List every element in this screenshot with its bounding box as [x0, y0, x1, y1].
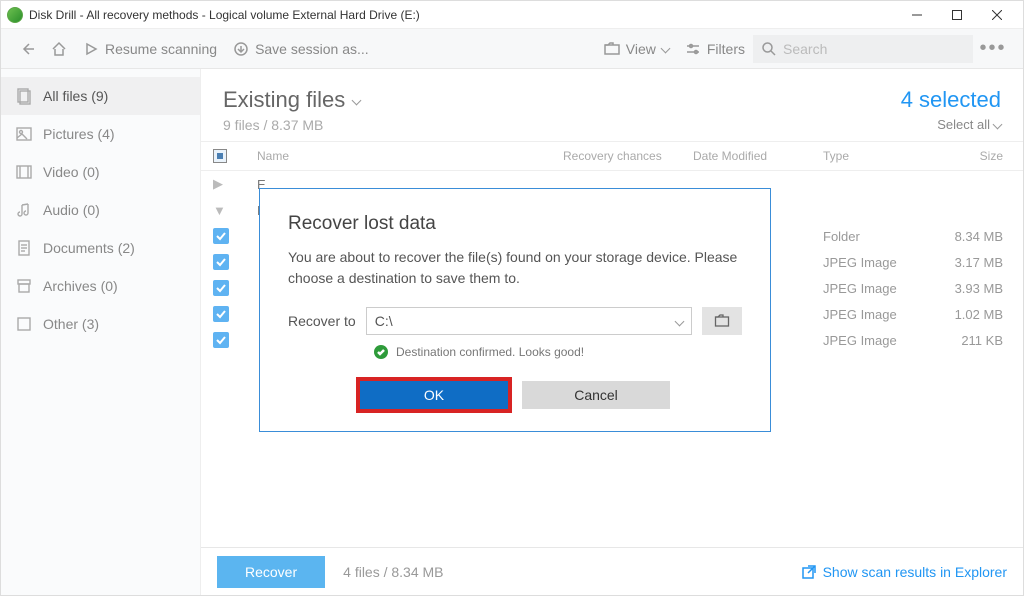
archive-icon: [15, 277, 33, 295]
home-icon: [51, 41, 67, 57]
sidebar-item-documents[interactable]: Documents (2): [1, 229, 200, 267]
cancel-button[interactable]: Cancel: [522, 381, 670, 409]
select-all-link[interactable]: Select all: [901, 117, 1001, 132]
titlebar: Disk Drill - All recovery methods - Logi…: [1, 1, 1023, 29]
destination-dropdown[interactable]: C:\: [366, 307, 692, 335]
chevron-down-icon: [352, 95, 362, 105]
recover-dialog: Recover lost data You are about to recov…: [259, 188, 771, 432]
row-checkbox[interactable]: [213, 306, 229, 322]
row-checkbox[interactable]: [213, 280, 229, 296]
document-icon: [15, 239, 33, 257]
download-icon: [233, 41, 249, 57]
folder-icon: [714, 313, 730, 329]
recover-button[interactable]: Recover: [217, 556, 325, 588]
sidebar-item-other[interactable]: Other (3): [1, 305, 200, 343]
dialog-body: You are about to recover the file(s) fou…: [288, 247, 742, 289]
other-icon: [15, 315, 33, 333]
footer-stats: 4 files / 8.34 MB: [343, 564, 443, 580]
column-recovery[interactable]: Recovery chances: [563, 149, 693, 163]
video-icon: [15, 163, 33, 181]
sliders-icon: [685, 41, 701, 57]
ok-button[interactable]: OK: [360, 381, 508, 409]
search-input[interactable]: Search: [753, 35, 973, 63]
back-button[interactable]: [11, 29, 43, 68]
column-name[interactable]: Name: [237, 149, 563, 163]
resume-scanning-button[interactable]: Resume scanning: [75, 29, 225, 68]
more-menu[interactable]: •••: [973, 37, 1013, 60]
collapse-icon[interactable]: ▼: [213, 203, 237, 218]
footer: Recover 4 files / 8.34 MB Show scan resu…: [201, 547, 1023, 595]
window-close-button[interactable]: [977, 3, 1017, 27]
table-header: Name Recovery chances Date Modified Type…: [201, 141, 1023, 171]
window-title: Disk Drill - All recovery methods - Logi…: [29, 8, 420, 22]
row-checkbox[interactable]: [213, 332, 229, 348]
audio-icon: [15, 201, 33, 219]
folder-icon: [604, 41, 620, 57]
window-maximize-button[interactable]: [937, 3, 977, 27]
picture-icon: [15, 125, 33, 143]
minimize-icon: [912, 10, 922, 20]
view-dropdown[interactable]: View: [596, 29, 677, 68]
play-icon: [83, 41, 99, 57]
check-circle-icon: [374, 345, 388, 359]
show-in-explorer-link[interactable]: Show scan results in Explorer: [801, 564, 1007, 580]
column-type[interactable]: Type: [823, 149, 933, 163]
chevron-down-icon: [660, 44, 670, 54]
close-icon: [992, 10, 1002, 20]
sidebar-item-audio[interactable]: Audio (0): [1, 191, 200, 229]
window-minimize-button[interactable]: [897, 3, 937, 27]
more-icon: •••: [979, 37, 1006, 60]
sidebar-item-all-files[interactable]: All files (9): [1, 77, 200, 115]
column-size[interactable]: Size: [933, 149, 1023, 163]
files-icon: [15, 87, 33, 105]
row-checkbox[interactable]: [213, 254, 229, 270]
filters-button[interactable]: Filters: [677, 29, 753, 68]
selected-count: 4 selected: [901, 87, 1001, 113]
select-all-checkbox[interactable]: [213, 149, 227, 163]
row-checkbox[interactable]: [213, 228, 229, 244]
dialog-title: Recover lost data: [288, 213, 742, 235]
home-button[interactable]: [43, 29, 75, 68]
maximize-icon: [952, 10, 962, 20]
content-subtitle: 9 files / 8.37 MB: [223, 117, 360, 133]
sidebar: All files (9) Pictures (4) Video (0) Aud…: [1, 69, 201, 595]
column-date[interactable]: Date Modified: [693, 149, 823, 163]
search-icon: [761, 41, 777, 57]
recover-to-label: Recover to: [288, 313, 356, 329]
browse-folder-button[interactable]: [702, 307, 742, 335]
expand-icon[interactable]: ▶: [213, 176, 237, 192]
chevron-down-icon: [993, 120, 1003, 130]
arrow-left-icon: [19, 41, 35, 57]
content-title[interactable]: Existing files: [223, 87, 360, 113]
chevron-down-icon: [675, 316, 685, 326]
external-link-icon: [801, 564, 817, 580]
app-icon: [7, 7, 23, 23]
toolbar: Resume scanning Save session as... View …: [1, 29, 1023, 69]
sidebar-item-video[interactable]: Video (0): [1, 153, 200, 191]
save-session-button[interactable]: Save session as...: [225, 29, 377, 68]
sidebar-item-archives[interactable]: Archives (0): [1, 267, 200, 305]
sidebar-item-pictures[interactable]: Pictures (4): [1, 115, 200, 153]
destination-status: Destination confirmed. Looks good!: [374, 345, 742, 359]
